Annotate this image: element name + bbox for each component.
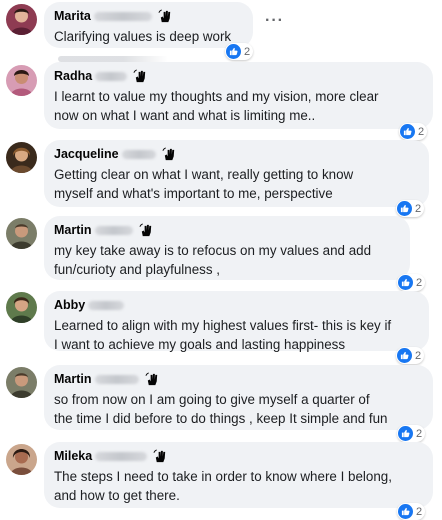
comment-bubble: Mileka The steps I need to take in order… (44, 442, 433, 508)
avatar[interactable] (6, 4, 37, 35)
thumbs-up-icon (398, 426, 413, 441)
comment-text: Clarifying values is deep work (54, 29, 232, 44)
avatar[interactable] (6, 65, 37, 96)
avatar[interactable] (6, 292, 37, 323)
avatar[interactable] (6, 218, 37, 249)
thumbs-up-icon (226, 44, 241, 59)
comment-text: my key take away is to refocus on my val… (54, 243, 372, 277)
reaction-summary[interactable]: 2 (397, 425, 426, 442)
comment-author[interactable]: Radha (54, 69, 92, 83)
comment-bubble: Abby Learned to align with my highest va… (44, 291, 429, 352)
waving-hand-icon (144, 371, 160, 387)
reaction-count: 2 (418, 125, 425, 138)
waving-hand-icon (133, 68, 148, 84)
comment-text: Learned to align with my highest values … (54, 318, 392, 352)
waving-hand-icon (158, 8, 173, 24)
comment-author[interactable]: Jacqueline (54, 147, 119, 161)
redacted-surname (95, 451, 148, 461)
thumbs-up-icon (398, 275, 413, 290)
comment-text: The steps I need to take in order to kno… (54, 469, 392, 503)
thumbs-up-icon (397, 348, 412, 363)
thumbs-up-icon (397, 201, 412, 216)
comment-bubble: Martin so from now on I am going to give… (44, 365, 433, 430)
comment-bubble: Jacqueline Getting clear on what I want,… (44, 140, 429, 207)
reaction-summary[interactable]: 2 (399, 123, 428, 140)
reaction-count: 2 (415, 349, 422, 362)
waving-hand-icon (153, 448, 168, 464)
comment-author[interactable]: Mileka (54, 449, 92, 463)
comment-text: I learnt to value my thoughts and my vis… (54, 89, 379, 123)
more-options-icon[interactable]: ··· (265, 12, 284, 30)
comment-text: Getting clear on what I want, really get… (54, 167, 354, 201)
avatar[interactable] (6, 367, 37, 398)
redacted-surname (88, 300, 125, 310)
comment-author[interactable]: Martin (54, 223, 92, 237)
reaction-count: 2 (416, 427, 423, 440)
avatar[interactable] (6, 444, 37, 475)
reaction-summary[interactable]: 2 (225, 43, 254, 60)
redacted-surname (93, 11, 152, 21)
avatar[interactable] (6, 142, 37, 173)
waving-hand-icon (162, 146, 177, 162)
reaction-summary[interactable]: 2 (397, 274, 426, 291)
comment-text: so from now on I am going to give myself… (54, 392, 388, 426)
comment-bubble: Radha I learnt to value my thoughts and … (44, 62, 433, 129)
comment-author[interactable]: Marita (54, 9, 91, 23)
redacted-surname (94, 225, 133, 235)
reaction-count: 2 (415, 202, 422, 215)
comment-author[interactable]: Martin (54, 372, 92, 386)
waving-hand-icon (138, 222, 154, 238)
reaction-summary[interactable]: 2 (396, 200, 425, 217)
redacted-surname (94, 374, 139, 384)
thumbs-up-icon (398, 504, 413, 519)
thumbs-up-icon (400, 124, 415, 139)
redacted-surname (95, 71, 128, 81)
comment-author[interactable]: Abby (54, 298, 85, 312)
reaction-summary[interactable]: 2 (396, 347, 425, 364)
redacted-surname (121, 149, 156, 159)
comment-bubble: Marita Clarifying values is deep work (44, 2, 253, 48)
reaction-count: 2 (416, 276, 423, 289)
reaction-count: 2 (244, 45, 251, 58)
comment-bubble: Martin my key take away is to refocus on… (44, 216, 410, 280)
reaction-summary[interactable]: 2 (397, 503, 426, 520)
reaction-count: 2 (416, 505, 423, 518)
